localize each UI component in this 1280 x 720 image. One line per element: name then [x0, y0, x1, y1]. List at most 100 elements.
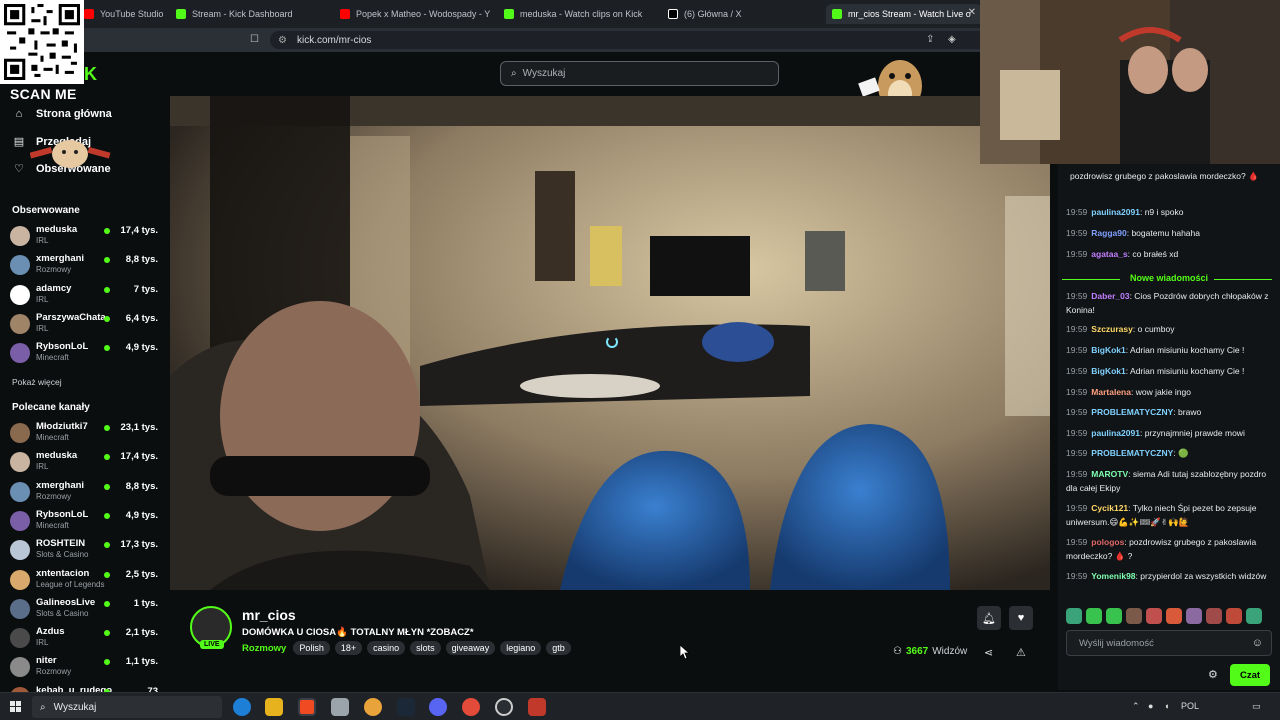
chat-username[interactable]: Szczurasy — [1091, 324, 1133, 334]
report-icon[interactable]: ⚠ — [1016, 646, 1026, 659]
emote-icon[interactable] — [1146, 608, 1162, 624]
emote-icon[interactable] — [1186, 608, 1202, 624]
channel-name: xmerghani — [36, 253, 85, 265]
emote-icon[interactable] — [1246, 608, 1262, 624]
channel-item[interactable]: xmerghani Rozmowy 8,8 tys. — [10, 252, 162, 278]
chat-username[interactable]: MAROTV — [1091, 469, 1128, 479]
steam-icon[interactable] — [397, 698, 415, 716]
channel-item[interactable]: xmerghani Rozmowy 8,8 tys. — [10, 479, 162, 505]
site-info-icon[interactable]: ⚙ — [278, 35, 287, 46]
file-explorer-icon[interactable] — [265, 698, 283, 716]
channel-item[interactable]: RybsonLoL Minecraft 4,9 tys. — [10, 340, 162, 366]
chat-text: 🟢 — [1178, 448, 1189, 458]
chat-username[interactable]: PROBLEMATYCZNY — [1091, 407, 1173, 417]
channel-item[interactable]: adamcy IRL 7 tys. — [10, 282, 162, 308]
nav-home[interactable]: ⌂ Strona główna — [12, 108, 112, 120]
stream-tag[interactable]: casino — [367, 641, 406, 655]
channel-item[interactable]: niter Rozmowy 1,1 tys. — [10, 654, 162, 680]
follow-button[interactable]: ♥ — [1009, 606, 1033, 630]
emote-icon[interactable] — [1206, 608, 1222, 624]
chat-username[interactable]: paulina2091 — [1091, 207, 1140, 217]
channel-viewers: 2,5 tys. — [125, 568, 158, 580]
discord-icon[interactable] — [429, 698, 447, 716]
channel-item[interactable]: GalineosLive Slots & Casino 1 tys. — [10, 596, 162, 622]
url-bar[interactable]: ⚙ kick.com/mr-cios — [270, 31, 990, 49]
search-input[interactable]: ⌕ Wyszukaj — [500, 61, 779, 86]
channel-item[interactable]: kebab_u_rudego 73 — [10, 684, 162, 692]
app-icon[interactable] — [331, 698, 349, 716]
app-icon[interactable] — [495, 698, 513, 716]
chat-username[interactable]: BigKok1 — [1091, 345, 1125, 355]
kick-logo[interactable]: K — [84, 64, 97, 85]
share-icon[interactable]: ⇪ — [926, 34, 934, 45]
windows-start-icon[interactable] — [10, 701, 22, 713]
microphone-icon[interactable]: ● — [1148, 701, 1153, 711]
language-indicator[interactable]: POL — [1181, 701, 1199, 711]
chat-username[interactable]: Yomenik98 — [1091, 571, 1135, 581]
tab-x-home[interactable]: (6) Główna / X — [662, 4, 822, 24]
chat-message: 19:59 BigKok1: Adrian misiuniu kochamy Ci… — [1066, 364, 1272, 378]
chat-settings-gear-icon[interactable]: ⚙ — [1208, 668, 1218, 681]
send-chat-button[interactable]: Czat — [1230, 664, 1270, 686]
stream-tag[interactable]: gtb — [546, 641, 571, 655]
chat-message-input[interactable]: Wyślij wiadomość ☺ — [1066, 630, 1272, 656]
tab-kick-dashboard[interactable]: Stream - Kick Dashboard — [170, 4, 330, 24]
tab-popek-matheo[interactable]: Popek x Matheo - Wodospady - Y — [334, 4, 494, 24]
channel-item[interactable]: Młodziutki7 Minecraft 23,1 tys. — [10, 420, 162, 446]
channel-item[interactable]: Azdus IRL 2,1 tys. — [10, 625, 162, 651]
taskbar-search[interactable]: ⌕ Wyszukaj — [32, 696, 222, 718]
emote-icon[interactable] — [1226, 608, 1242, 624]
channel-item[interactable]: meduska IRL 17,4 tys. — [10, 223, 162, 249]
new-messages-divider: Nowe wiadomości — [1058, 273, 1280, 283]
emote-icon[interactable] — [1086, 608, 1102, 624]
brave-shield-icon[interactable]: ◈ — [948, 34, 956, 45]
tray-chevron-icon[interactable]: ⌃ — [1132, 701, 1140, 712]
channel-item[interactable]: meduska IRL 17,4 tys. — [10, 449, 162, 475]
app-icon[interactable] — [528, 698, 546, 716]
bookmark-icon[interactable]: ☐ — [250, 34, 259, 45]
chat-username[interactable]: PROBLEMATYCZNY — [1091, 448, 1173, 458]
notifications-button[interactable]: 🔔︎ — [977, 606, 1001, 630]
chat-username[interactable]: agataa_s — [1091, 249, 1127, 259]
chat-username[interactable]: Cycik121 — [1091, 503, 1128, 513]
brave-icon[interactable] — [298, 698, 316, 716]
emote-icon[interactable] — [1166, 608, 1182, 624]
channel-item[interactable]: RybsonLoL Minecraft 4,9 tys. — [10, 508, 162, 534]
chat-username[interactable]: pologos — [1091, 537, 1124, 547]
search-icon: ⌕ — [511, 68, 517, 79]
streamer-name[interactable]: mr_cios — [242, 607, 296, 623]
emote-icon[interactable] — [1106, 608, 1122, 624]
video-player[interactable] — [170, 96, 1050, 590]
share-icon[interactable]: ⋖ — [984, 646, 993, 659]
tab-youtube-studio[interactable]: YouTube Studio — [78, 4, 164, 24]
show-more-link[interactable]: Pokaż więcej — [12, 377, 62, 387]
channel-item[interactable]: ROSHTEIN Slots & Casino 17,3 tys. — [10, 537, 162, 563]
stream-tag[interactable]: giveaway — [445, 641, 496, 655]
stream-category-link[interactable]: Rozmowy — [242, 643, 286, 654]
chat-username[interactable]: Ragga90 — [1091, 228, 1126, 238]
emote-icon[interactable] — [1066, 608, 1082, 624]
notifications-icon[interactable]: ▭ — [1252, 701, 1261, 712]
tab-mr-cios-stream[interactable]: mr_cios Stream - Watch Live o ✕ — [826, 4, 982, 24]
chat-username[interactable]: Daber_03 — [1091, 291, 1129, 301]
emoji-picker-icon[interactable]: ☺ — [1252, 637, 1263, 649]
close-icon[interactable]: ✕ — [968, 7, 976, 18]
channel-item[interactable]: xntentacion League of Legends 2,5 tys. — [10, 567, 162, 593]
avatar — [10, 343, 30, 364]
edge-icon[interactable] — [233, 698, 251, 716]
channel-item[interactable]: ParszywaChata IRL 6,4 tys. — [10, 311, 162, 337]
chat-username[interactable]: paulina2091 — [1091, 428, 1140, 438]
obs-icon[interactable] — [462, 698, 480, 716]
chat-username[interactable]: Martalena — [1091, 387, 1131, 397]
volume-icon[interactable]: ◖ — [1164, 701, 1169, 711]
stream-tag[interactable]: legiano — [500, 641, 542, 655]
chrome-icon[interactable] — [364, 698, 382, 716]
channel-viewers: 8,8 tys. — [125, 480, 158, 492]
stream-tag[interactable]: slots — [410, 641, 441, 655]
chat-username[interactable]: BigKok1 — [1091, 366, 1125, 376]
stream-tag[interactable]: 18+ — [334, 641, 363, 655]
tab-meduska-clips[interactable]: meduska - Watch clips on Kick — [498, 4, 658, 24]
stream-tag[interactable]: Polish — [293, 641, 330, 655]
emote-icon[interactable] — [1126, 608, 1142, 624]
chat-timestamp: 19:59 — [1066, 387, 1088, 397]
